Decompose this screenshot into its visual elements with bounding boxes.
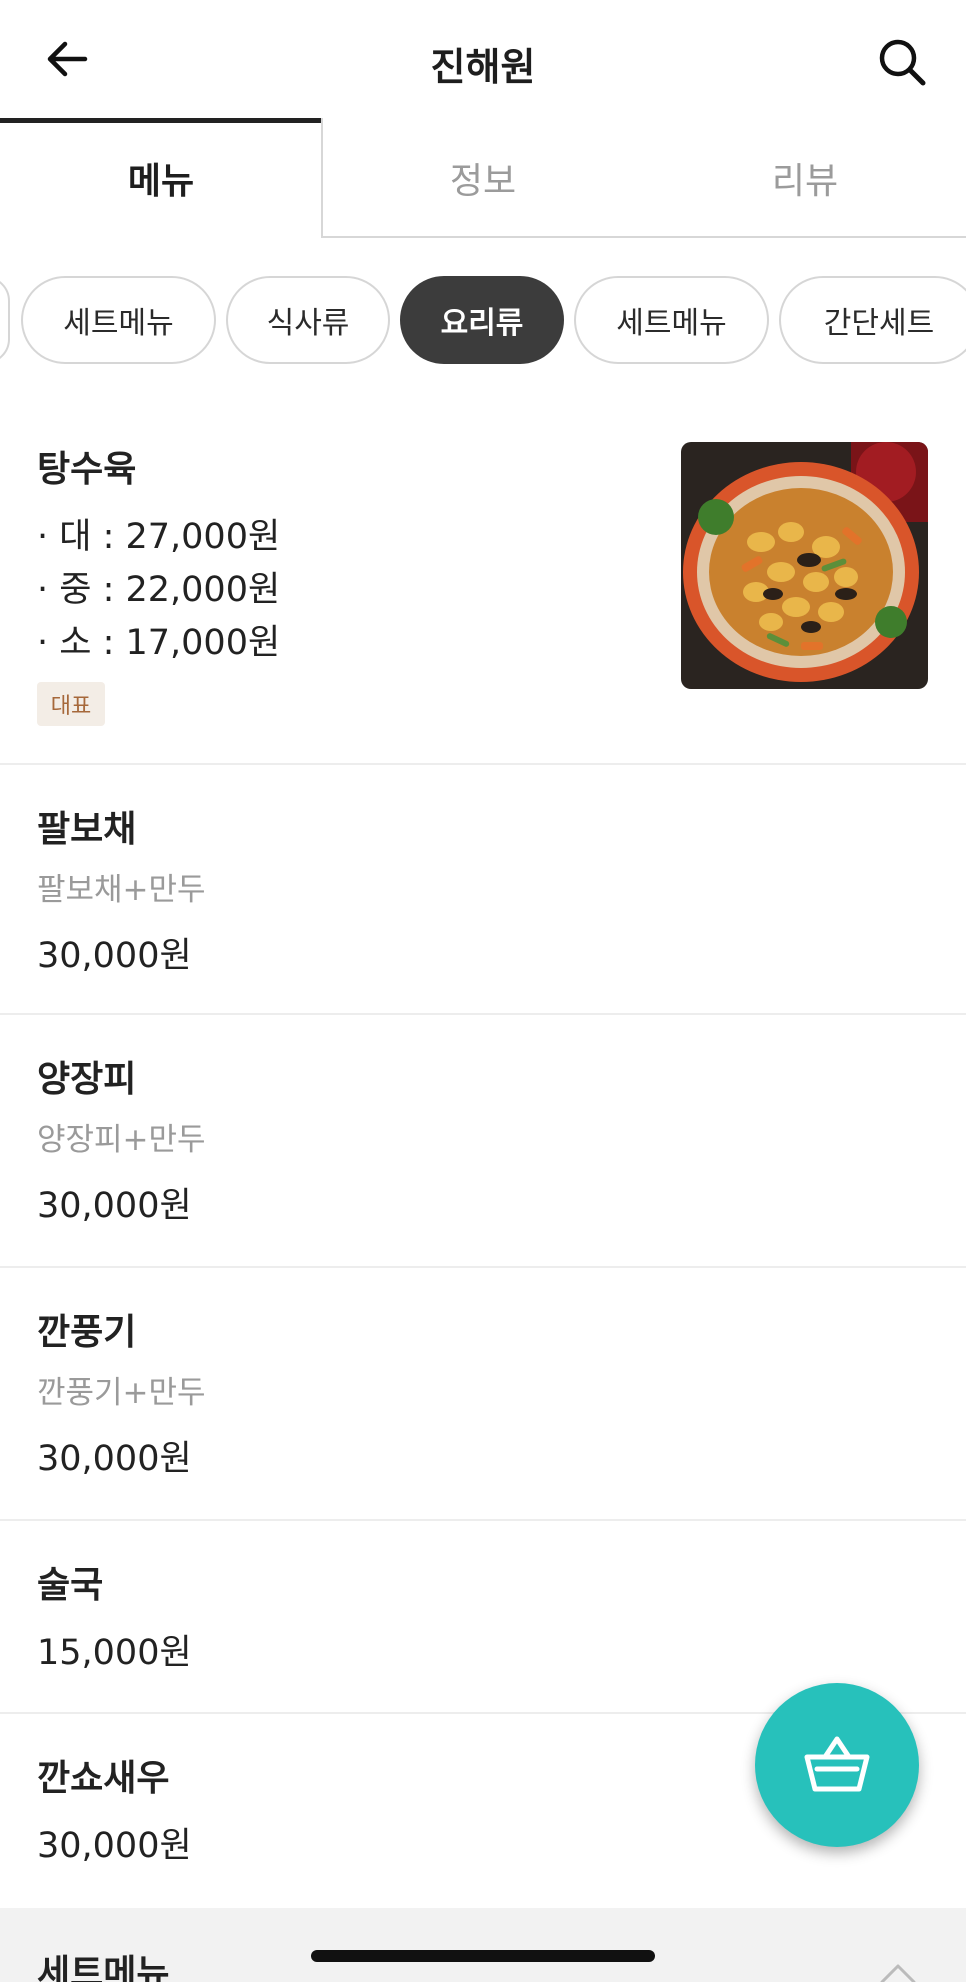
menu-item-description: 깐풍기+만두 [37,1375,206,1411]
menu-item-name: 양장피 [37,1059,137,1100]
section-header[interactable]: 세트메뉴 [0,1908,966,1982]
cart-button[interactable] [755,1683,919,1847]
list-item[interactable]: 양장피 양장피+만두 30,000원 [0,1015,966,1268]
menu-item-description: 양장피+만두 [37,1122,206,1158]
list-item[interactable]: 탕수육 · 대 : 27,000원 · 중 : 22,000원 · 소 : 17… [0,0,966,763]
section-title: 세트메뉴 [37,1953,170,1982]
menu-item-price-small: · 소 : 17,000원 [37,623,281,663]
signature-badge: 대표 [37,682,105,726]
home-indicator [311,1950,655,1962]
menu-item-price: 30,000원 [37,1439,192,1479]
menu-item-price: 30,000원 [37,936,192,976]
menu-item-price-large: · 대 : 27,000원 [37,517,281,557]
menu-item-image [681,442,928,689]
menu-item-price: 30,000원 [37,1826,192,1866]
menu-item-name: 탕수육 [37,449,137,490]
menu-item-price: 30,000원 [37,1186,192,1226]
menu-item-name: 깐쇼새우 [37,1758,170,1799]
food-photo [681,442,928,689]
chevron-up-icon[interactable] [878,1958,918,1982]
menu-item-name: 술국 [37,1565,104,1606]
menu-item-name: 팔보채 [37,809,137,850]
menu-item-name: 깐풍기 [37,1312,137,1353]
menu-item-price: 15,000원 [37,1633,192,1673]
menu-item-description: 팔보채+만두 [37,872,206,908]
list-item[interactable]: 팔보채 팔보채+만두 30,000원 [0,765,966,1015]
list-item[interactable]: 깐풍기 깐풍기+만두 30,000원 [0,1268,966,1521]
menu-item-price-medium: · 중 : 22,000원 [37,570,281,610]
basket-icon [804,1736,870,1792]
